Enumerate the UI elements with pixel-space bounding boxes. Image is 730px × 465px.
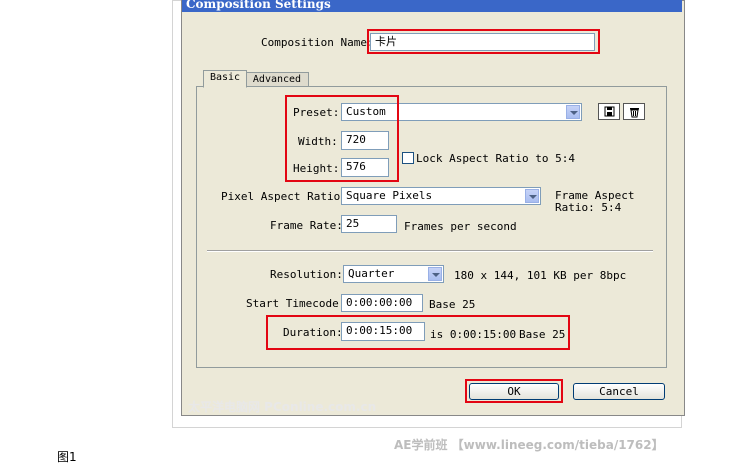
start-timecode-label: Start Timecode:: [246, 297, 346, 310]
start-timecode-base: Base 25: [429, 298, 476, 311]
highlight-ok: [465, 379, 563, 403]
lock-aspect-label: Lock Aspect Ratio to 5:4: [416, 152, 575, 165]
tab-basic[interactable]: Basic: [203, 70, 247, 88]
frame-rate-unit: Frames per second: [404, 220, 517, 233]
frame-rate-label: Frame Rate:: [270, 219, 343, 232]
save-preset-button[interactable]: [598, 103, 620, 120]
window-title: Composition Settings: [186, 0, 331, 11]
resolution-info: 180 x 144, 101 KB per 8bpc: [454, 269, 627, 282]
resolution-dropdown[interactable]: Quarter: [343, 265, 444, 283]
cancel-button[interactable]: Cancel: [573, 383, 665, 400]
highlight-duration: [266, 315, 570, 350]
trash-icon: [630, 108, 639, 118]
tab-advanced[interactable]: Advanced: [245, 72, 309, 87]
figure-caption: 图1: [57, 450, 77, 464]
chevron-down-icon: [428, 267, 442, 281]
pixel-aspect-dropdown[interactable]: Square Pixels: [341, 187, 541, 205]
pixel-aspect-label: Pixel Aspect Ratio:: [221, 190, 347, 203]
save-preset-icon: [604, 106, 615, 117]
frame-aspect-info-line2: Ratio: 5:4: [555, 201, 622, 214]
frame-rate-input[interactable]: 25: [341, 215, 397, 233]
composition-name-label: Composition Name:: [261, 36, 374, 49]
chevron-down-icon: [525, 189, 539, 203]
resolution-label: Resolution:: [270, 268, 343, 281]
lock-aspect-checkbox[interactable]: [402, 152, 414, 164]
watermark-pconline: 太平洋电脑网 PConline.com.cn: [188, 400, 377, 414]
resolution-value: Quarter: [348, 267, 395, 280]
start-timecode-input[interactable]: 0:00:00:00: [341, 294, 423, 312]
highlight-preset-size: [285, 95, 399, 182]
section-divider: [207, 250, 653, 252]
pixel-aspect-value: Square Pixels: [346, 189, 433, 202]
chevron-down-icon: [566, 105, 580, 119]
delete-preset-button[interactable]: [623, 103, 645, 120]
watermark-ae: AE学前班 【www.lineeg.com/tieba/1762】: [394, 438, 664, 452]
highlight-composition-name: [367, 29, 600, 54]
